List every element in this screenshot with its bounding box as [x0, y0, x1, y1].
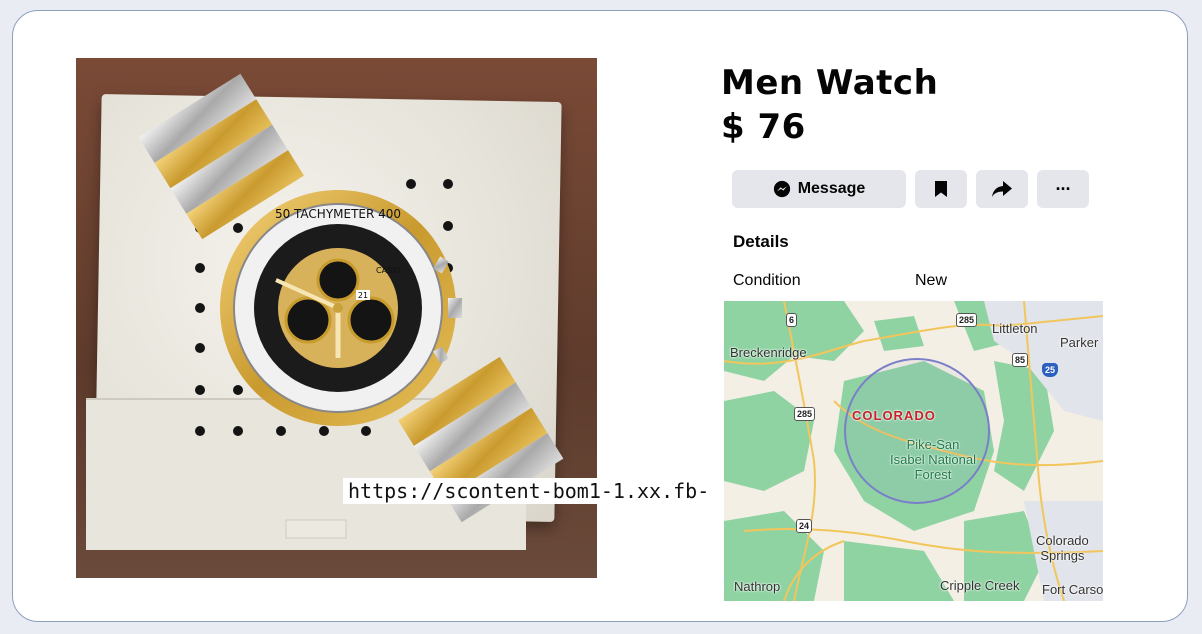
map-city-colorado-springs: Colorado Springs [1036, 533, 1089, 563]
save-button[interactable] [915, 170, 967, 208]
svg-text:21: 21 [358, 291, 368, 300]
colorado-springs-line-2: Springs [1040, 548, 1085, 563]
listing-title: Men Watch [721, 63, 939, 103]
svg-text:CASIO: CASIO [376, 266, 401, 275]
more-dots-icon: ··· [1055, 178, 1072, 199]
condition-value: New [915, 272, 948, 289]
map-city-cripple-creek: Cripple Creek [940, 578, 1020, 593]
forest-line-3: Forest [914, 467, 952, 482]
map-shield-us6: 6 [786, 313, 798, 327]
forest-line-2: Isabel National [890, 452, 976, 467]
map-state-label: COLORADO [852, 408, 936, 423]
image-url-overlay: https://scontent-bom1-1.xx.fb- [343, 478, 715, 504]
message-button[interactable]: Message [732, 170, 906, 208]
map-city-littleton: Littleton [992, 321, 1038, 336]
forest-line-1: Pike-San [906, 437, 960, 452]
message-button-label: Message [797, 180, 866, 197]
map-city-nathrop: Nathrop [734, 579, 781, 594]
map-city-breckenridge: Breckenridge [730, 345, 807, 360]
map-shield-co85: 85 [1012, 353, 1029, 367]
listing-card: 21 CASIO 50 TACHYMETER 400 https://scont… [12, 10, 1188, 622]
condition-label: Condition [733, 272, 801, 289]
details-heading: Details [733, 232, 789, 251]
messenger-icon [773, 180, 790, 198]
map-city-fort-carson: Fort Carson [1042, 582, 1103, 597]
colorado-springs-line-1: Colorado [1036, 533, 1089, 548]
more-options-button[interactable]: ··· [1037, 170, 1089, 208]
share-arrow-icon [992, 181, 1012, 197]
map-shield-i25: 25 [1042, 363, 1059, 377]
map-forest-label: Pike-San Isabel National Forest [890, 437, 976, 482]
svg-text:50 TACHYMETER 400: 50 TACHYMETER 400 [275, 207, 401, 221]
map-shield-us24: 24 [796, 519, 813, 533]
map-shield-us285-mid: 285 [794, 407, 816, 421]
share-button[interactable] [976, 170, 1028, 208]
map-city-parker: Parker [1060, 335, 1099, 350]
location-map[interactable]: COLORADO Pike-San Isabel National Forest… [724, 301, 1103, 601]
listing-price: $ 76 [721, 107, 806, 147]
bookmark-icon [935, 181, 947, 197]
map-shield-us285-top: 285 [956, 313, 978, 327]
